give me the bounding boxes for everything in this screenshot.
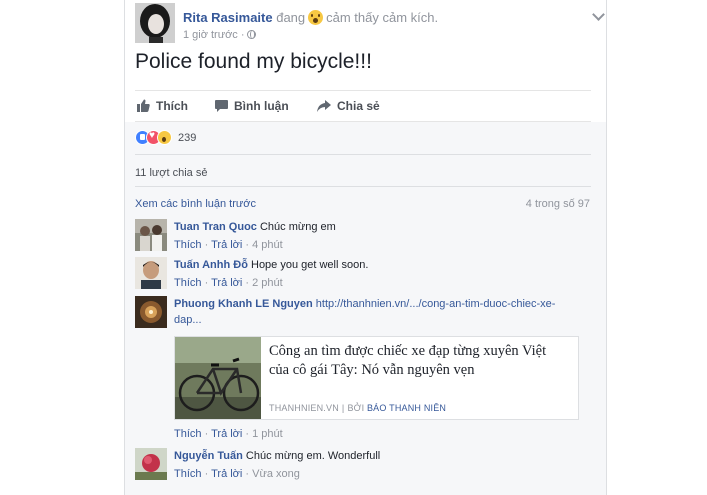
wow-face-icon bbox=[308, 10, 324, 25]
reaction-summary[interactable]: 239 bbox=[135, 130, 196, 148]
comment-icon bbox=[215, 93, 228, 123]
comment-like-link[interactable]: Thích bbox=[174, 239, 202, 251]
post-header: Rita Rasimaite đang cảm thấy cảm kích. 1 … bbox=[135, 3, 605, 43]
commenter-avatar[interactable] bbox=[135, 296, 167, 328]
comment-meta: Thích · Trả lời · 4 phút bbox=[174, 239, 283, 251]
comment-body: Tuan Tran Quoc Chúc mừng em Thích · Trả … bbox=[174, 219, 584, 253]
comment-like-link[interactable]: Thích bbox=[174, 468, 202, 480]
author-avatar[interactable] bbox=[135, 3, 175, 43]
comment-link[interactable]: http://thanhnien.vn/.../cong-an-tim-duoc… bbox=[316, 298, 556, 310]
comment-text: Hope you get well soon. bbox=[251, 259, 369, 271]
comment-reply-link[interactable]: Trả lời bbox=[211, 239, 242, 251]
comment-time[interactable]: Vừa xong bbox=[252, 468, 300, 480]
action-bar: Thích Bình luận Chia sẻ bbox=[135, 90, 591, 122]
comment-reply-link[interactable]: Trả lời bbox=[211, 428, 242, 440]
thumbs-up-icon bbox=[137, 93, 150, 123]
share-label: Chia sẻ bbox=[337, 99, 380, 113]
author-name[interactable]: Rita Rasimaite bbox=[183, 10, 273, 25]
share-button[interactable]: Chia sẻ bbox=[317, 91, 380, 121]
comment-meta: Thích · Trả lời · 2 phút bbox=[174, 277, 283, 289]
share-count[interactable]: 11 lượt chia sẻ bbox=[135, 167, 207, 179]
comment-time[interactable]: 2 phút bbox=[252, 277, 283, 289]
feedback-section: 239 11 lượt chia sẻ Xem các bình luận tr… bbox=[125, 122, 606, 495]
bicycle-photo bbox=[175, 337, 261, 419]
comment-time[interactable]: 1 phút bbox=[252, 428, 283, 440]
comment-body: Tuấn Anhh Đỗ Hope you get well soon. Thí… bbox=[174, 257, 584, 291]
comment-text: Chúc mừng em bbox=[259, 221, 336, 233]
comment-like-link[interactable]: Thích bbox=[174, 277, 202, 289]
like-label: Thích bbox=[156, 99, 188, 113]
wow-reaction-icon bbox=[157, 130, 172, 145]
preview-title[interactable]: Công an tìm được chiếc xe đạp từng xuyên… bbox=[269, 342, 569, 380]
comment-time[interactable]: 4 phút bbox=[252, 239, 283, 251]
chevron-down-icon[interactable] bbox=[592, 8, 605, 21]
comment-body: Nguyễn Tuấn Chúc mừng em. Wonderfull Thí… bbox=[174, 448, 584, 482]
comment-text: Chúc mừng em. Wonderfull bbox=[245, 450, 381, 462]
post-meta: 1 giờ trước · bbox=[183, 29, 257, 41]
comment-meta: Thích · Trả lời · Vừa xong bbox=[174, 468, 300, 480]
post-time[interactable]: 1 giờ trước bbox=[183, 29, 238, 41]
feeling-text: cảm thấy cảm kích. bbox=[326, 10, 439, 25]
commenter-avatar[interactable] bbox=[135, 257, 167, 289]
comment-reply-link[interactable]: Trả lời bbox=[211, 468, 242, 480]
commenter-name[interactable]: Phuong Khanh LE Nguyen bbox=[174, 298, 313, 310]
divider bbox=[135, 154, 591, 155]
commenter-avatar[interactable] bbox=[135, 219, 167, 251]
comment-count: 4 trong số 97 bbox=[525, 198, 590, 210]
reaction-count[interactable]: 239 bbox=[178, 132, 196, 144]
commenter-name[interactable]: Tuấn Anhh Đỗ bbox=[174, 259, 248, 271]
comment-link-continued[interactable]: dap... bbox=[174, 314, 202, 326]
divider bbox=[135, 186, 591, 187]
comment-like-link[interactable]: Thích bbox=[174, 428, 202, 440]
commenter-name[interactable]: Nguyễn Tuấn bbox=[174, 450, 243, 462]
preview-domain: THANHNIEN.VN bbox=[269, 403, 339, 413]
feeling-verb: đang bbox=[276, 10, 306, 25]
commenter-name[interactable]: Tuan Tran Quoc bbox=[174, 221, 257, 233]
comment-label: Bình luận bbox=[234, 99, 289, 113]
globe-icon[interactable] bbox=[247, 30, 257, 39]
post-title-line: Rita Rasimaite đang cảm thấy cảm kích. bbox=[183, 10, 438, 25]
commenter-avatar[interactable] bbox=[135, 448, 167, 480]
link-preview-card[interactable]: Công an tìm được chiếc xe đạp từng xuyên… bbox=[174, 336, 579, 420]
comment-reply-link[interactable]: Trả lời bbox=[211, 277, 242, 289]
post-card: Rita Rasimaite đang cảm thấy cảm kích. 1 … bbox=[124, 0, 607, 495]
view-previous-comments[interactable]: Xem các bình luận trước bbox=[135, 198, 256, 210]
preview-publisher[interactable]: BÁO THANH NIÊN bbox=[367, 403, 446, 413]
like-button[interactable]: Thích bbox=[137, 91, 188, 121]
comment-body: Phuong Khanh LE Nguyen http://thanhnien.… bbox=[174, 296, 584, 328]
preview-source: THANHNIEN.VN | BỞI BÁO THANH NIÊN bbox=[269, 403, 447, 413]
post-text: Police found my bicycle!!! bbox=[135, 50, 372, 73]
separator-dot: · bbox=[240, 29, 245, 41]
preview-by: BỞI bbox=[347, 403, 365, 413]
share-arrow-icon bbox=[317, 93, 331, 123]
comment-meta: Thích · Trả lời · 1 phút bbox=[174, 428, 283, 440]
comment-button[interactable]: Bình luận bbox=[215, 91, 289, 121]
